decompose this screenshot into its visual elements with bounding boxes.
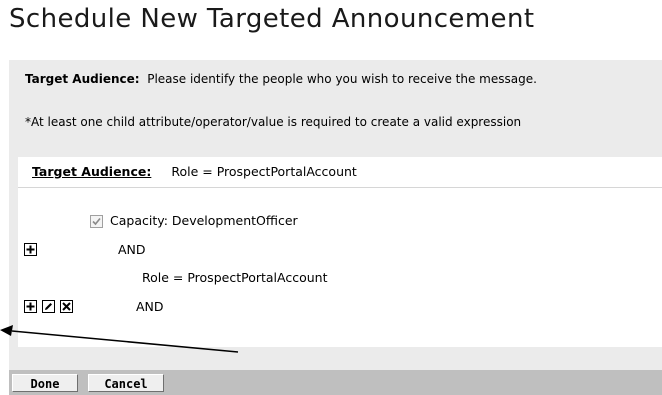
expression-box: Target Audience: Role = ProspectPortalAcc… xyxy=(18,157,662,347)
done-button[interactable]: Done xyxy=(12,374,78,392)
expression-header-value: Role = ProspectPortalAccount xyxy=(171,164,357,179)
delete-icon[interactable] xyxy=(60,300,73,313)
expression-header-label: Target Audience: xyxy=(32,164,152,179)
operator-and-2: AND xyxy=(136,299,164,314)
target-audience-instructions: Target Audience: Please identify the peo… xyxy=(25,72,537,86)
add-icon[interactable] xyxy=(24,243,37,256)
button-bar: Done Cancel xyxy=(9,370,662,395)
cancel-button[interactable]: Cancel xyxy=(88,374,164,392)
target-audience-text: Please identify the people who you wish … xyxy=(147,72,537,86)
content-panel: Target Audience: Please identify the peo… xyxy=(9,60,662,370)
edit-icon[interactable] xyxy=(42,300,55,313)
page-title: Schedule New Targeted Announcement xyxy=(9,4,535,34)
add-icon[interactable] xyxy=(24,300,37,313)
checkbox-icon[interactable] xyxy=(90,215,103,228)
target-audience-label: Target Audience: xyxy=(25,72,140,86)
expression-header: Target Audience: Role = ProspectPortalAcc… xyxy=(32,164,357,179)
expression-divider xyxy=(18,187,662,188)
condition-capacity: Capacity: DevelopmentOfficer xyxy=(110,213,298,228)
condition-role: Role = ProspectPortalAccount xyxy=(142,270,328,285)
operator-and: AND xyxy=(118,242,146,257)
required-note: *At least one child attribute/operator/v… xyxy=(25,115,522,129)
